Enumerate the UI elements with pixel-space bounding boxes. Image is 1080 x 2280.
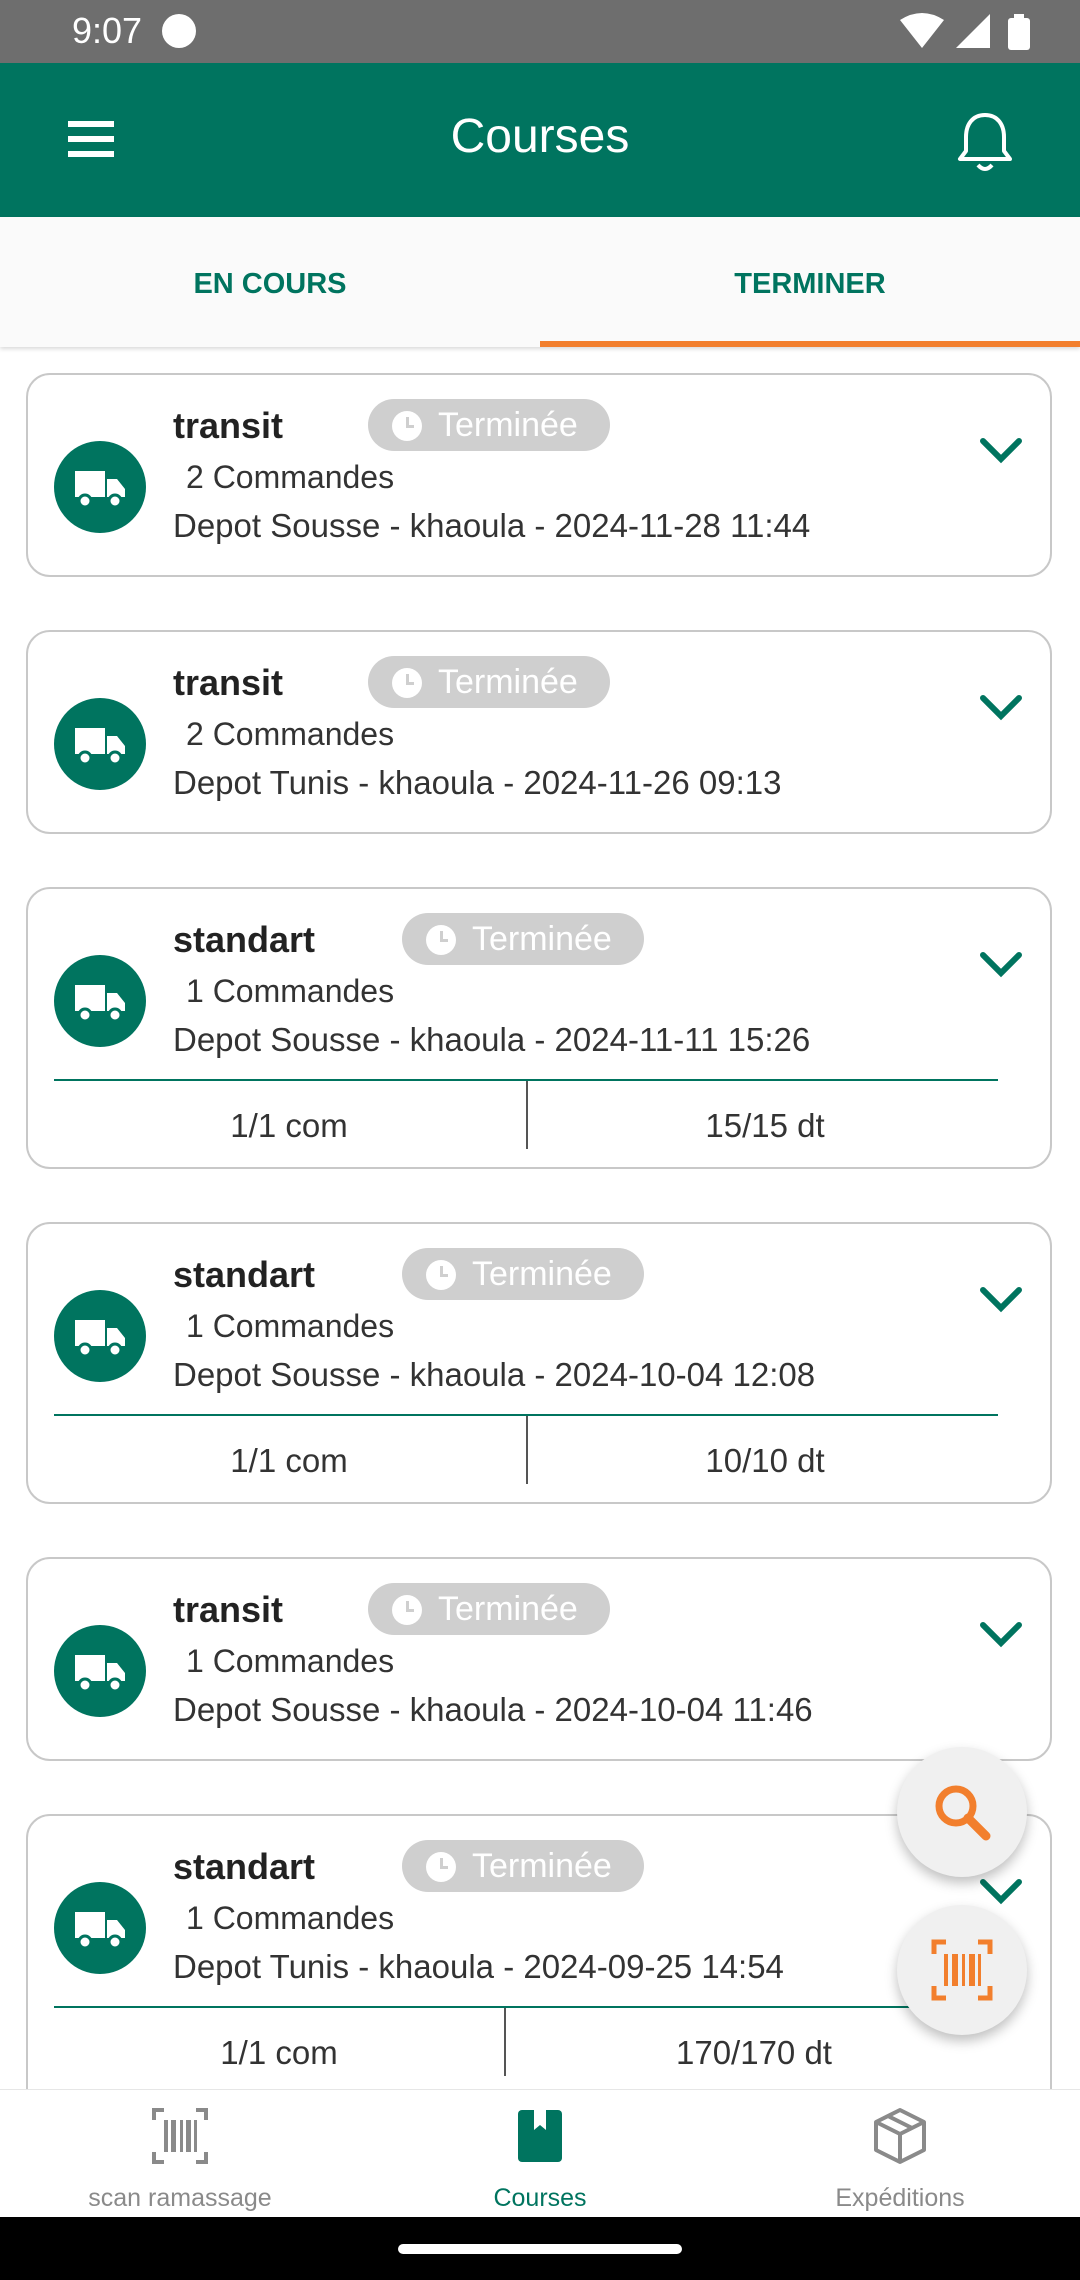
clock-icon <box>426 1260 456 1290</box>
commands-progress: 1/1 com <box>220 2034 338 2071</box>
truck-avatar <box>54 1625 146 1717</box>
search-fab[interactable] <box>897 1747 1027 1877</box>
box-icon <box>874 2108 926 2164</box>
orders-count: 2 Commandes <box>186 716 395 752</box>
truck-avatar <box>54 441 146 533</box>
commands-progress: 1/1 com <box>230 1107 348 1144</box>
status-badge: Terminée <box>368 656 610 708</box>
course-card[interactable]: transit Terminée 1 Commandes Depot Souss… <box>26 1557 1052 1761</box>
course-type: standart <box>173 1254 316 1295</box>
status-bar: 9:07 <box>0 0 1080 63</box>
status-badge: Terminée <box>368 399 610 451</box>
truck-avatar <box>54 698 146 790</box>
scan-fab[interactable] <box>897 1905 1027 2035</box>
nav-courses[interactable]: Courses <box>360 2090 720 2218</box>
clock-icon <box>392 668 422 698</box>
status-time: 9:07 <box>72 10 143 51</box>
truck-avatar <box>54 1882 146 1974</box>
course-card[interactable]: standart Terminée 1 Commandes Depot Sous… <box>26 1222 1052 1504</box>
orders-count: 1 Commandes <box>186 1643 395 1679</box>
orders-count: 2 Commandes <box>186 459 395 495</box>
home-indicator[interactable] <box>398 2244 682 2254</box>
chevron-down-icon[interactable] <box>978 1284 1024 1314</box>
bell-icon[interactable] <box>948 107 1022 181</box>
truck-icon <box>75 471 125 509</box>
clock-icon <box>392 411 422 441</box>
orders-count: 1 Commandes <box>186 1900 395 1936</box>
chevron-down-icon[interactable] <box>978 692 1024 722</box>
course-card[interactable]: transit Terminée 2 Commandes Depot Tunis… <box>26 630 1052 834</box>
course-info: Depot Sousse - khaoula - 2024-10-04 11:4… <box>173 1691 813 1728</box>
course-type: transit <box>173 1589 284 1630</box>
course-info: Depot Sousse - khaoula - 2024-11-11 15:2… <box>173 1021 811 1058</box>
clock-icon <box>426 925 456 955</box>
chevron-down-icon[interactable] <box>978 1876 1024 1906</box>
page-title: Courses <box>450 110 630 163</box>
status-badge: Terminée <box>368 1583 610 1635</box>
card-divider <box>54 2006 998 2008</box>
nav-label: scan ramassage <box>88 2184 272 2212</box>
app-bar: Courses <box>0 63 1080 217</box>
gesture-bar <box>0 2217 1080 2280</box>
course-type: standart <box>173 1846 316 1887</box>
course-card[interactable]: standart Terminée 1 Commandes Depot Tuni… <box>26 1814 1052 2089</box>
wifi-signal-battery-icon <box>900 13 1030 50</box>
course-info: Depot Sousse - khaoula - 2024-11-28 11:4… <box>173 507 811 544</box>
truck-icon <box>75 1912 125 1950</box>
tab-en-cours[interactable]: EN COURS <box>0 217 540 347</box>
truck-icon <box>75 985 125 1023</box>
tab-bar: EN COURS TERMINER <box>0 217 1080 347</box>
course-info: Depot Sousse - khaoula - 2024-10-04 12:0… <box>173 1356 816 1393</box>
orders-count: 1 Commandes <box>186 973 395 1009</box>
course-type: transit <box>173 405 284 446</box>
truck-icon <box>75 1655 125 1693</box>
chevron-down-icon[interactable] <box>978 949 1024 979</box>
barcode-scan-icon <box>931 1939 993 2001</box>
course-info: Depot Tunis - khaoula - 2024-09-25 14:54 <box>173 1948 784 1985</box>
bottom-navigation: scan ramassage Courses Expéditions <box>0 2089 1080 2218</box>
nav-scan-ramassage[interactable]: scan ramassage <box>0 2090 360 2218</box>
course-card[interactable]: standart Terminée 1 Commandes Depot Sous… <box>26 887 1052 1169</box>
bookmark-book-icon <box>518 2110 562 2162</box>
search-icon <box>935 1785 991 1841</box>
tab-terminer[interactable]: TERMINER <box>540 217 1080 347</box>
nav-label: Courses <box>493 2184 587 2212</box>
status-badge: Terminée <box>402 913 644 965</box>
course-type: transit <box>173 662 284 703</box>
amount-progress: 15/15 dt <box>705 1107 825 1144</box>
status-badge: Terminée <box>402 1248 644 1300</box>
truck-icon <box>75 1320 125 1358</box>
orders-count: 1 Commandes <box>186 1308 395 1344</box>
course-card[interactable]: transit Terminée 2 Commandes Depot Souss… <box>26 373 1052 577</box>
amount-progress: 10/10 dt <box>705 1442 825 1479</box>
course-info: Depot Tunis - khaoula - 2024-11-26 09:13 <box>173 764 782 801</box>
truck-avatar <box>54 1290 146 1382</box>
truck-icon <box>75 728 125 766</box>
truck-avatar <box>54 955 146 1047</box>
clock-icon <box>426 1852 456 1882</box>
course-type: standart <box>173 919 316 960</box>
system-icons <box>900 12 1040 57</box>
chevron-down-icon[interactable] <box>978 1619 1024 1649</box>
chevron-down-icon[interactable] <box>978 435 1024 465</box>
notification-dot-icon <box>162 14 196 48</box>
status-badge: Terminée <box>402 1840 644 1892</box>
barcode-icon <box>152 2108 208 2164</box>
nav-expeditions[interactable]: Expéditions <box>720 2090 1080 2218</box>
commands-progress: 1/1 com <box>230 1442 348 1479</box>
clock-icon <box>392 1595 422 1625</box>
nav-label: Expéditions <box>835 2184 965 2212</box>
